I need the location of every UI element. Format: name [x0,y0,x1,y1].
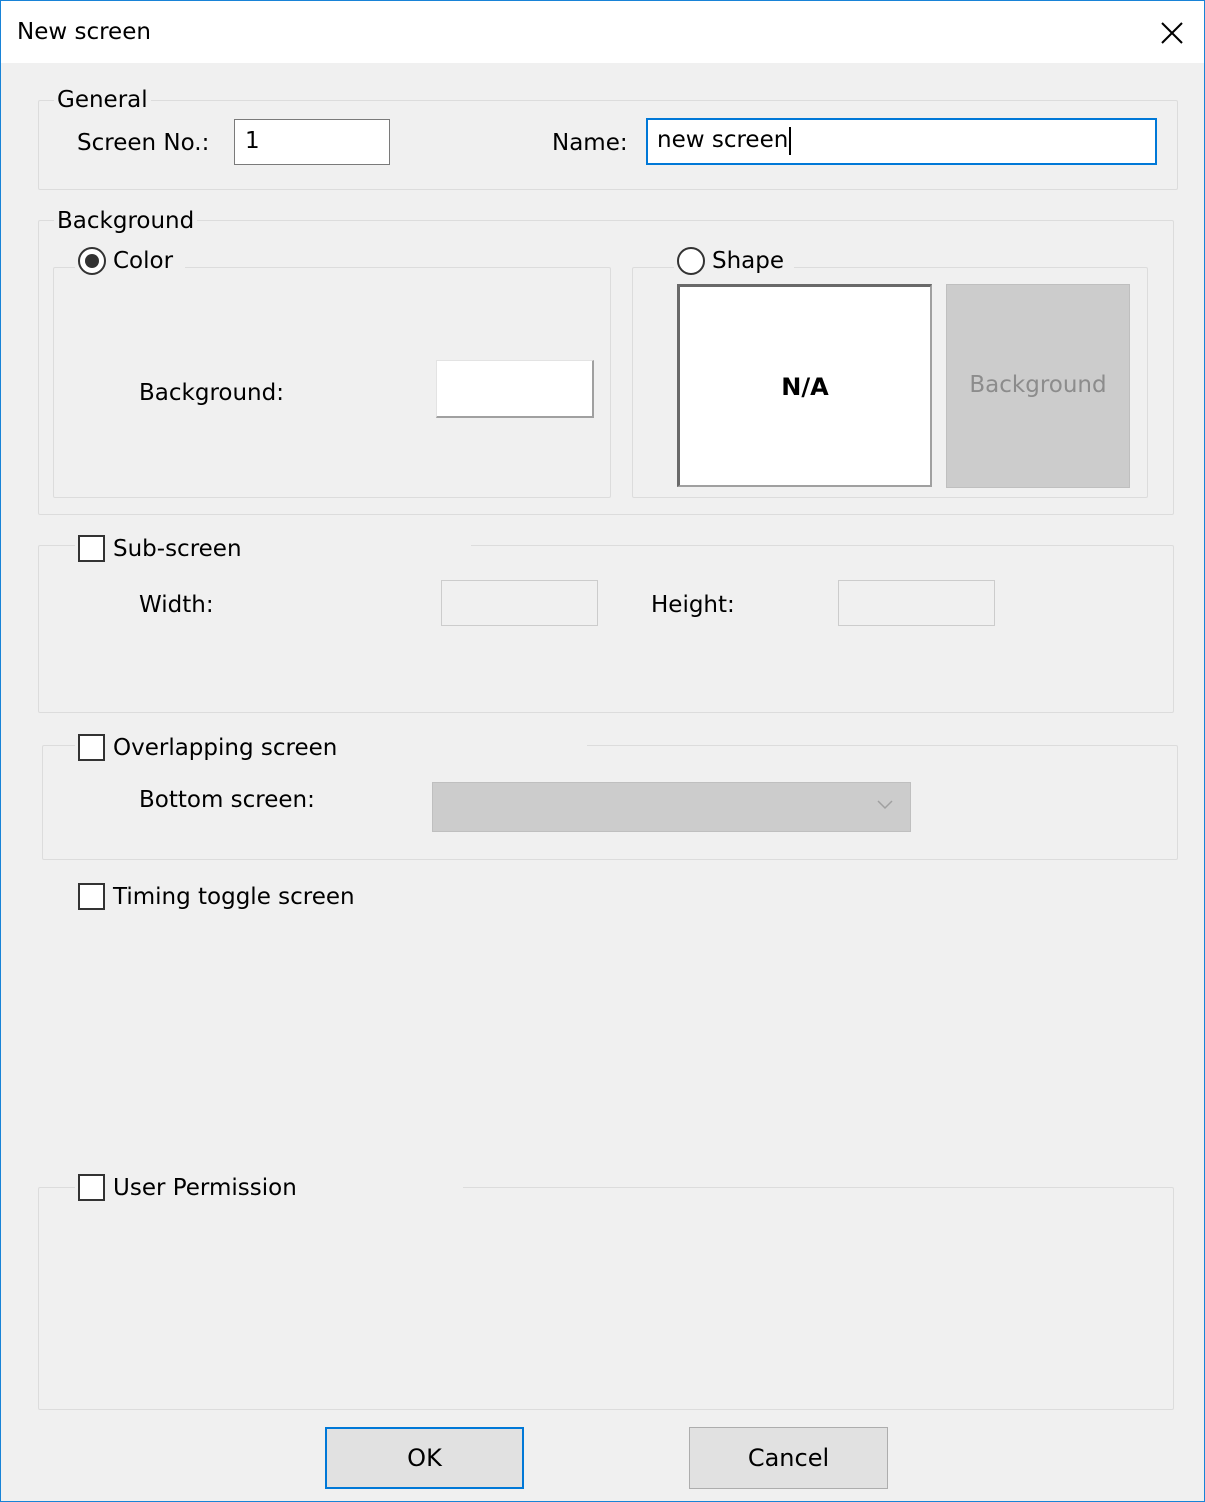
timing-toggle-option[interactable]: Timing toggle screen [75,881,375,915]
timing-toggle-checkbox[interactable] [78,883,105,910]
timing-toggle-label: Timing toggle screen [113,884,355,910]
user-permission-group [38,1187,1174,1410]
width-label: Width: [139,592,214,618]
shape-background-button[interactable]: Background [946,284,1130,488]
background-legend: Background [54,207,198,235]
close-icon [1161,22,1183,44]
title-bar: New screen [1,1,1204,63]
radio-selected-dot [85,254,99,268]
ok-button[interactable]: OK [325,1427,524,1489]
height-label: Height: [651,592,735,618]
shape-preview-text: N/A [781,373,829,401]
bottom-screen-select[interactable] [432,782,911,832]
window-title: New screen [17,19,151,45]
user-permission-label: User Permission [113,1175,297,1201]
subscreen-checkbox[interactable] [78,535,105,562]
user-permission-option[interactable]: User Permission [75,1172,463,1206]
chevron-down-icon [877,800,893,810]
close-button[interactable] [1140,1,1204,63]
shape-preview: N/A [677,284,932,487]
subscreen-option[interactable]: Sub-screen [75,533,471,567]
screen-no-label: Screen No.: [77,130,210,156]
user-permission-checkbox[interactable] [78,1174,105,1201]
screen-no-input[interactable]: 1 [234,119,390,165]
shape-radio[interactable] [677,247,705,275]
color-option-label: Color [113,248,174,274]
width-input[interactable] [441,580,598,626]
name-input[interactable]: new screen [646,118,1157,165]
background-color-button[interactable] [436,360,594,418]
cancel-button[interactable]: Cancel [689,1427,888,1489]
bottom-screen-label: Bottom screen: [139,787,315,813]
new-screen-dialog: New screen General Screen No.: 1 Name: n… [0,0,1205,1502]
overlapping-checkbox[interactable] [78,734,105,761]
subscreen-label: Sub-screen [113,536,242,562]
subscreen-group [38,545,1174,713]
text-cursor [789,126,792,155]
name-input-value: new screen [657,127,789,153]
overlapping-label: Overlapping screen [113,735,338,761]
shape-option[interactable]: Shape [674,246,794,278]
height-input[interactable] [838,580,995,626]
overlapping-option[interactable]: Overlapping screen [75,732,587,766]
general-legend: General [54,86,151,114]
name-label: Name: [552,130,628,156]
shape-option-label: Shape [712,248,785,274]
background-color-label: Background: [139,380,284,406]
color-radio[interactable] [78,247,106,275]
color-option[interactable]: Color [75,246,185,278]
